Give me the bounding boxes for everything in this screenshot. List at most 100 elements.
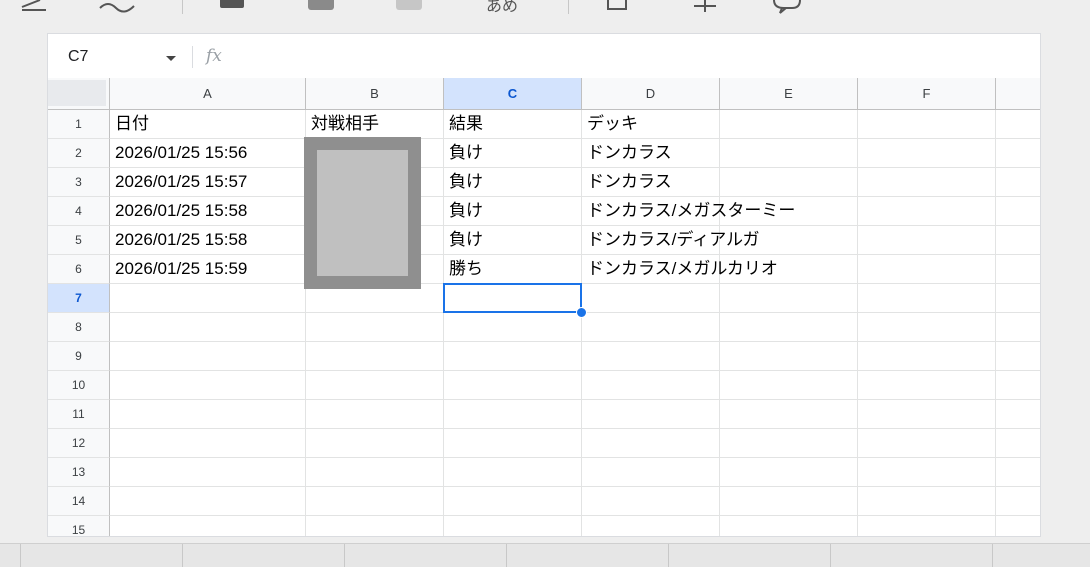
pen-icon[interactable] [20,0,48,14]
cell-c6[interactable]: 勝ち [444,255,582,284]
cell-d12[interactable] [582,429,720,458]
cell-a13[interactable] [110,458,306,487]
cell-b14[interactable] [306,487,444,516]
cell-c8[interactable] [444,313,582,342]
cell-e6[interactable] [720,255,858,284]
cell-a9[interactable] [110,342,306,371]
cell-c14[interactable] [444,487,582,516]
cell-a7[interactable] [110,284,306,313]
clear-format-icon[interactable] [98,0,138,14]
name-box[interactable]: C7 [68,48,88,66]
row-header-5[interactable]: 5 [48,226,110,255]
cell-e9[interactable] [720,342,858,371]
cell-d10[interactable] [582,371,720,400]
cell-a5[interactable]: 2026/01/25 15:58 [110,226,306,255]
insert-box-icon[interactable] [606,0,628,12]
select-all-corner[interactable] [48,78,110,110]
cell-d2[interactable]: ドンカラス [582,139,720,168]
cell-d1[interactable]: デッキ [582,110,720,139]
cell-d15[interactable] [582,516,720,536]
cell-a3[interactable]: 2026/01/25 15:57 [110,168,306,197]
cell-a11[interactable] [110,400,306,429]
cell-c10[interactable] [444,371,582,400]
row-header-1[interactable]: 1 [48,110,110,139]
cell-a6[interactable]: 2026/01/25 15:59 [110,255,306,284]
row-header-8[interactable]: 8 [48,313,110,342]
cell-c11[interactable] [444,400,582,429]
cell-e14[interactable] [720,487,858,516]
cell-c13[interactable] [444,458,582,487]
cell-e4[interactable] [720,197,858,226]
column-header-a[interactable]: A [110,78,306,110]
cell-f5[interactable] [858,226,996,255]
cell-f10[interactable] [858,371,996,400]
cell-b13[interactable] [306,458,444,487]
cell-e13[interactable] [720,458,858,487]
cell-f4[interactable] [858,197,996,226]
row-header-9[interactable]: 9 [48,342,110,371]
row-header-14[interactable]: 14 [48,487,110,516]
row-header-3[interactable]: 3 [48,168,110,197]
formula-input[interactable] [238,44,1030,70]
cell-f9[interactable] [858,342,996,371]
cell-e3[interactable] [720,168,858,197]
column-header-e[interactable]: E [720,78,858,110]
cell-b12[interactable] [306,429,444,458]
cell-f6[interactable] [858,255,996,284]
comment-icon[interactable] [772,0,802,14]
highlight-icon[interactable] [396,0,422,10]
row-header-2[interactable]: 2 [48,139,110,168]
cell-f12[interactable] [858,429,996,458]
cell-d7[interactable] [582,284,720,313]
cell-d5[interactable]: ドンカラス/ディアルガ [582,226,760,255]
cell-d4[interactable]: ドンカラス/メガスターミー [582,197,795,226]
cell-a14[interactable] [110,487,306,516]
cell-a8[interactable] [110,313,306,342]
cell-c3[interactable]: 負け [444,168,582,197]
cell-f8[interactable] [858,313,996,342]
cell-d9[interactable] [582,342,720,371]
text-style-glyph[interactable]: あめ [486,0,518,16]
cell-a15[interactable] [110,516,306,536]
cell-d11[interactable] [582,400,720,429]
column-header-d[interactable]: D [582,78,720,110]
row-header-12[interactable]: 12 [48,429,110,458]
cell-e2[interactable] [720,139,858,168]
cell-c4[interactable]: 負け [444,197,582,226]
cell-b8[interactable] [306,313,444,342]
cell-a1[interactable]: 日付 [110,110,306,139]
cell-a10[interactable] [110,371,306,400]
cell-f15[interactable] [858,516,996,536]
cell-b11[interactable] [306,400,444,429]
cell-b15[interactable] [306,516,444,536]
cell-e1[interactable] [720,110,858,139]
cell-f3[interactable] [858,168,996,197]
cell-b1[interactable]: 対戦相手 [306,110,444,139]
cell-f14[interactable] [858,487,996,516]
column-header-f[interactable]: F [858,78,996,110]
cell-d13[interactable] [582,458,720,487]
insert-plus-icon[interactable] [692,0,718,14]
cell-a2[interactable]: 2026/01/25 15:56 [110,139,306,168]
cell-b10[interactable] [306,371,444,400]
selected-cell-outline[interactable] [443,283,582,313]
border-color-icon[interactable] [308,0,334,10]
cell-e5[interactable] [720,226,858,255]
cell-f11[interactable] [858,400,996,429]
row-header-7[interactable]: 7 [48,284,110,313]
cell-f13[interactable] [858,458,996,487]
cell-f1[interactable] [858,110,996,139]
cell-e15[interactable] [720,516,858,536]
cell-e10[interactable] [720,371,858,400]
column-header-c[interactable]: C [444,78,582,110]
cell-e11[interactable] [720,400,858,429]
cell-e12[interactable] [720,429,858,458]
cell-c2[interactable]: 負け [444,139,582,168]
cell-a12[interactable] [110,429,306,458]
cell-c15[interactable] [444,516,582,536]
cell-e7[interactable] [720,284,858,313]
name-box-dropdown-icon[interactable] [166,56,176,61]
row-header-10[interactable]: 10 [48,371,110,400]
cell-a4[interactable]: 2026/01/25 15:58 [110,197,306,226]
column-header-b[interactable]: B [306,78,444,110]
